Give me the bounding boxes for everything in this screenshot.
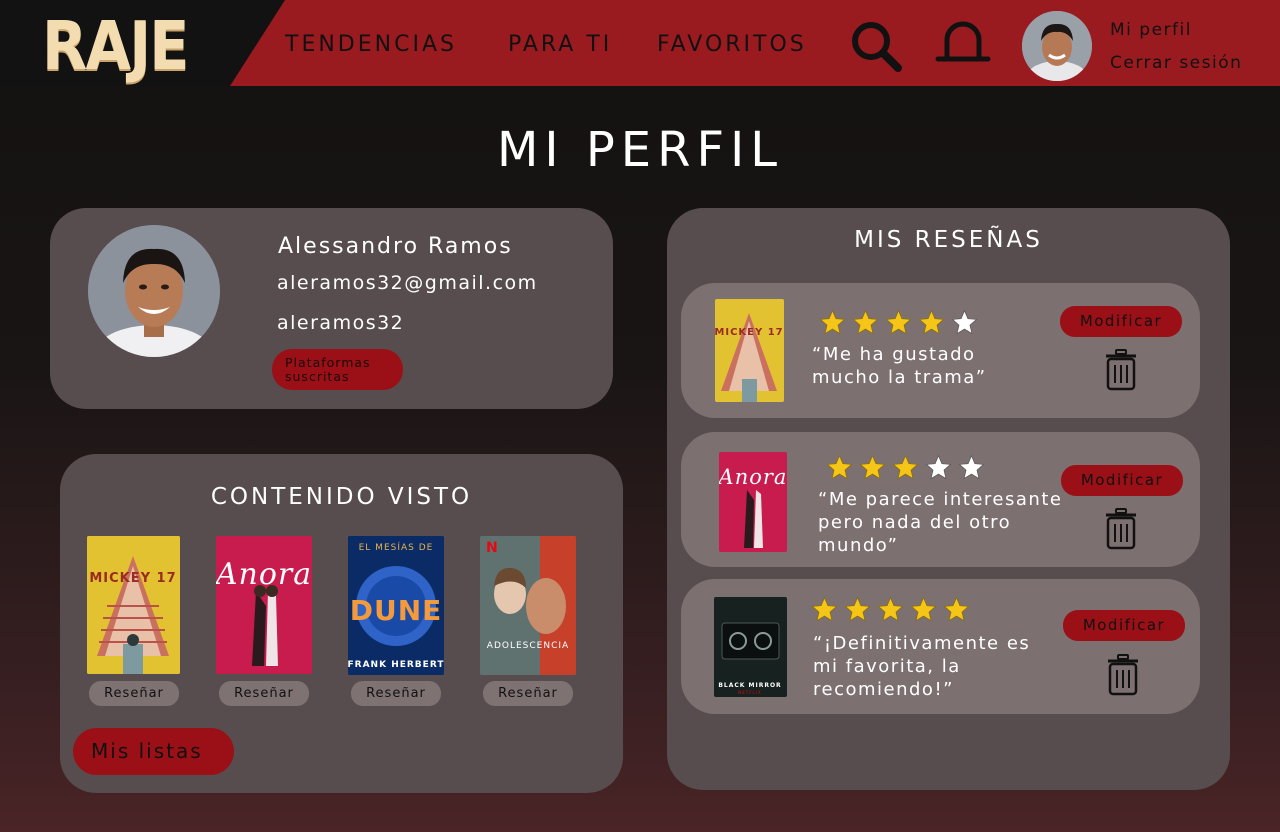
review-poster-title-mickey-17: MICKEY 17 [715,327,784,338]
review-button-mickey-17[interactable]: Reseñar [89,681,179,706]
svg-text:N: N [486,540,499,556]
seen-content-title: CONTENIDO VISTO [210,484,473,510]
poster-adolescencia[interactable]: N ADOLESCENCIA [480,536,576,675]
review-button-adolescencia[interactable]: Reseñar [483,681,573,706]
poster-bottom-dune: FRANK HERBERT [348,660,444,670]
rating-stars [810,596,971,624]
star-empty-icon [925,454,952,480]
notification-bell-icon[interactable] [935,18,991,74]
modify-review-button[interactable]: Modificar [1060,306,1182,337]
star-filled-icon [892,454,919,480]
poster-mickey-17[interactable]: MICKEY 17 [87,536,180,674]
star-filled-icon [826,454,853,480]
review-text: “Me parece interesante pero nada del otr… [818,489,1063,556]
modify-review-button[interactable]: Modificar [1063,610,1185,641]
review-poster-black-mirror[interactable]: BLACK MIRROR NETFLIX [714,597,787,697]
my-profile-link[interactable]: Mi perfil [1110,20,1192,40]
review-item-anora: Anora “Me parece interesante pero nada d… [681,432,1200,567]
review-poster-title-anora: Anora [719,465,787,489]
my-reviews-card: MIS RESEÑAS MICKEY 17 “Me ha gustado muc… [667,208,1230,790]
poster-title-adolescencia: ADOLESCENCIA [487,641,569,651]
poster-title-mickey-17: MICKEY 17 [89,571,176,586]
poster-top-dune: EL MESÍAS DE [359,541,434,553]
review-text: “Me ha gustado mucho la trama” [812,344,987,388]
poster-anora[interactable]: Anora [216,536,312,674]
nav-favoritos[interactable]: FAVORITOS [657,32,807,57]
trash-icon[interactable] [1104,349,1138,391]
review-poster-mickey-17[interactable]: MICKEY 17 [715,299,784,402]
app-logo[interactable]: RAJE [42,10,190,84]
poster-dune[interactable]: EL MESÍAS DE DUNE FRANK HERBERT [348,536,444,675]
profile-card: Alessandro Ramos aleramos32@gmail.com al… [50,208,613,409]
header-avatar[interactable] [1022,11,1092,81]
page-title: MI PERFIL [497,122,783,178]
profile-username: aleramos32 [277,312,405,334]
review-poster-anora[interactable]: Anora [719,452,787,552]
trash-icon[interactable] [1104,508,1138,550]
my-lists-button[interactable]: Mis listas [73,728,234,775]
star-filled-icon [819,309,846,335]
review-item-mickey-17: MICKEY 17 “Me ha gustado mucho la trama”… [681,283,1200,418]
review-poster-title-black-mirror: BLACK MIRROR [718,682,781,689]
star-filled-icon [918,309,945,335]
seen-content-card: CONTENIDO VISTO MICKEY 17 Reseñar Anora … [60,454,623,793]
trash-icon[interactable] [1106,654,1140,696]
star-filled-icon [910,596,937,622]
rating-stars [825,454,986,482]
profile-email: aleramos32@gmail.com [277,272,538,294]
top-header: RAJE TENDENCIAS PARA TI FAVORITOS Mi per… [0,0,1280,86]
star-filled-icon [885,309,912,335]
review-button-anora[interactable]: Reseñar [219,681,309,706]
modify-review-button[interactable]: Modificar [1061,465,1183,496]
svg-text:NETFLIX: NETFLIX [738,690,761,695]
review-item-black-mirror: BLACK MIRROR NETFLIX “¡Definitivamente e… [681,579,1200,714]
my-reviews-title: MIS RESEÑAS [854,227,1043,253]
profile-avatar [88,225,220,357]
star-empty-icon [951,309,978,335]
nav-tendencias[interactable]: TENDENCIAS [285,32,457,57]
search-icon[interactable] [848,18,904,74]
star-filled-icon [877,596,904,622]
review-button-dune[interactable]: Reseñar [351,681,441,706]
star-empty-icon [958,454,985,480]
star-filled-icon [852,309,879,335]
star-filled-icon [811,596,838,622]
logout-link[interactable]: Cerrar sesión [1110,53,1242,73]
rating-stars [818,309,979,337]
star-filled-icon [844,596,871,622]
nav-para-ti[interactable]: PARA TI [508,32,612,57]
star-filled-icon [859,454,886,480]
subscribed-platforms-button[interactable]: Plataformas suscritas [272,349,403,390]
poster-title-dune: DUNE [350,594,443,627]
star-filled-icon [943,596,970,622]
profile-name: Alessandro Ramos [278,234,513,259]
review-text: “¡Definitivamente es mi favorita, la rec… [813,633,1031,700]
